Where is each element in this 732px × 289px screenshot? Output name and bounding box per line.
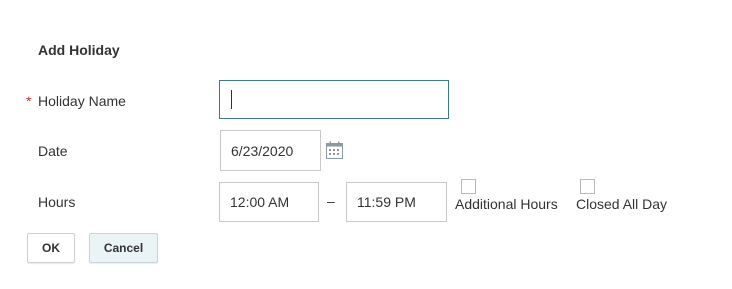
required-marker: * [26,93,32,109]
date-label: Date [38,143,68,159]
add-holiday-dialog: Add Holiday * Holiday Name Date Hours – … [0,0,732,289]
text-caret [231,90,232,109]
dialog-title: Add Holiday [38,42,120,58]
date-input[interactable] [220,130,321,171]
time-range-separator: – [327,193,335,209]
calendar-icon[interactable] [326,141,343,159]
ok-button[interactable]: OK [27,233,75,263]
holiday-name-input[interactable] [219,80,449,119]
closed-all-day-checkbox[interactable] [580,179,595,194]
holiday-name-label: Holiday Name [38,93,126,109]
start-time-input[interactable] [219,182,319,222]
hours-label: Hours [38,194,76,210]
cancel-button[interactable]: Cancel [89,233,158,263]
additional-hours-checkbox[interactable] [461,179,476,194]
additional-hours-label: Additional Hours [455,196,558,212]
closed-all-day-label: Closed All Day [576,196,668,212]
end-time-input[interactable] [346,182,447,222]
